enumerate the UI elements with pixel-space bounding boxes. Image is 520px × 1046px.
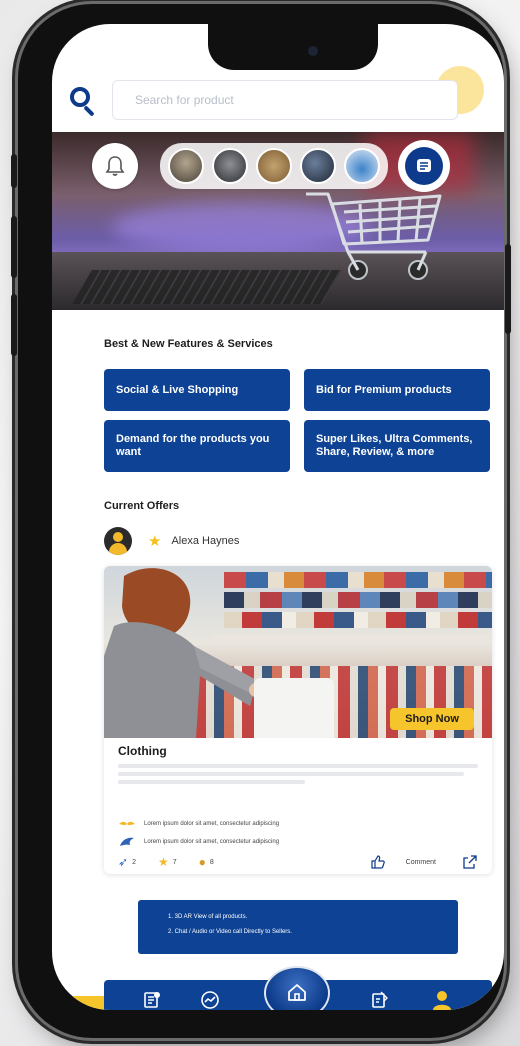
star-icon: ★ <box>157 855 169 869</box>
offer-title: Clothing <box>118 744 167 758</box>
share-icon[interactable] <box>462 854 478 870</box>
comment-button[interactable]: Comment <box>406 859 436 866</box>
search-icon[interactable] <box>66 83 100 117</box>
offer-user[interactable]: ★ Alexa Haynes <box>104 527 239 555</box>
star-icon: ★ <box>148 533 162 550</box>
shopper-figure <box>104 568 254 738</box>
offer-card[interactable]: Shop Now Clothing Lorem ipsum dolor sit … <box>104 566 492 874</box>
story-row <box>92 140 504 192</box>
catalog-icon <box>144 992 160 1008</box>
bottom-navigation <box>104 966 492 1010</box>
story-avatar[interactable] <box>300 148 336 184</box>
phone-frame: Best & New Features & Services Social & … <box>11 4 511 1038</box>
username: Alexa Haynes <box>171 535 240 547</box>
star-stat[interactable]: ★ 7 <box>158 855 177 869</box>
bird-icon: ➶ <box>118 855 129 869</box>
volume-up-button <box>11 216 17 278</box>
nav-catalog[interactable] <box>132 980 172 1010</box>
offer-bullet: Lorem ipsum dolor sit amet, consectetur … <box>118 836 279 848</box>
bird-icon <box>120 837 134 846</box>
feature-social-live-shopping[interactable]: Social & Live Shopping <box>104 369 290 411</box>
story-avatar[interactable] <box>344 148 380 184</box>
nav-profile[interactable] <box>422 980 462 1010</box>
story-avatar[interactable] <box>212 148 248 184</box>
offer-bullet: Lorem ipsum dolor sit amet, consectetur … <box>118 818 279 830</box>
profile-icon <box>433 991 451 1010</box>
shop-now-button[interactable]: Shop Now <box>390 708 474 730</box>
chat-icon <box>417 159 431 172</box>
offer-actions: ➶ 2 ★ 7 ● 8 Comment <box>118 854 478 870</box>
features-info-box: 1. 3D AR View of all products. 2. Chat /… <box>138 900 458 954</box>
nav-home[interactable] <box>264 966 330 1010</box>
home-icon <box>288 984 306 1001</box>
trend-icon <box>201 991 219 1009</box>
offers-section-title: Current Offers <box>104 500 180 512</box>
story-avatar[interactable] <box>256 148 292 184</box>
offer-description-placeholder <box>118 764 478 788</box>
nav-trends[interactable] <box>190 980 230 1010</box>
mute-switch <box>11 154 17 188</box>
power-button <box>505 244 511 334</box>
search-input[interactable] <box>112 80 458 120</box>
like-icon[interactable] <box>370 854 386 870</box>
feature-bid-premium[interactable]: Bid for Premium products <box>304 369 490 411</box>
notification-button[interactable] <box>92 143 138 189</box>
volume-down-button <box>11 294 17 356</box>
story-avatar[interactable] <box>168 148 204 184</box>
chat-button[interactable] <box>398 140 450 192</box>
feature-super-likes[interactable]: Super Likes, Ultra Comments, Share, Revi… <box>304 420 490 472</box>
app-screen: Best & New Features & Services Social & … <box>52 24 504 1010</box>
bird-stat[interactable]: ➶ 2 <box>118 855 136 869</box>
offer-image[interactable]: Shop Now <box>104 566 492 738</box>
avatar[interactable] <box>104 527 132 555</box>
nav-orders[interactable] <box>360 980 400 1010</box>
features-section-title: Best & New Features & Services <box>104 338 273 350</box>
story-list <box>160 143 388 189</box>
coin-icon: ● <box>198 855 206 869</box>
camera-notch <box>208 24 378 70</box>
search-bar <box>66 78 458 122</box>
coin-stat[interactable]: ● 8 <box>199 855 214 869</box>
wings-icon <box>119 821 135 826</box>
bell-icon <box>105 156 125 176</box>
feature-demand-products[interactable]: Demand for the products you want <box>104 420 290 472</box>
shopping-cart-icon <box>306 192 442 280</box>
orders-icon <box>372 991 388 1008</box>
